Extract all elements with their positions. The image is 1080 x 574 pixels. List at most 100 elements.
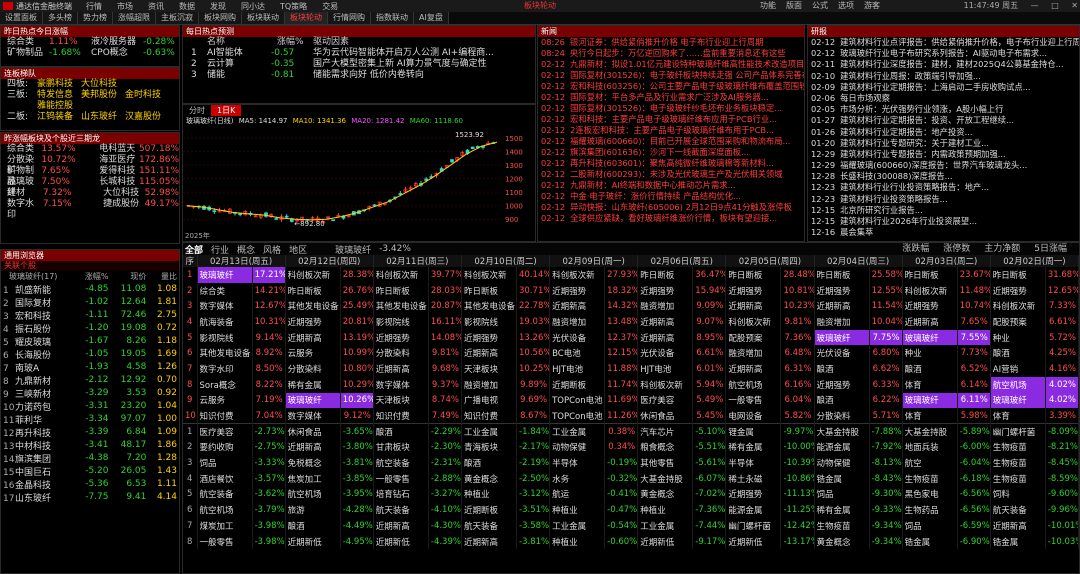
sector-cell[interactable]: 航天装备 xyxy=(990,502,1046,518)
tab-10[interactable]: AI复盘 xyxy=(414,12,449,24)
sector-cell[interactable]: 动物保健 xyxy=(814,455,870,471)
sector-cell[interactable]: 昨日断板 xyxy=(373,282,429,299)
ladder-stock[interactable]: 江钨装备 xyxy=(37,112,73,122)
title-menu-item[interactable]: 选项 xyxy=(838,0,854,12)
sector-cell[interactable]: 黄金概念 xyxy=(637,486,694,503)
stock-name[interactable]: 大位科技 xyxy=(103,188,144,199)
sector-cell[interactable]: 近期新高 xyxy=(637,314,694,330)
sector-cell[interactable]: 玻璃玻纤 xyxy=(285,392,341,409)
sector-cell[interactable]: 航空机场 xyxy=(197,502,253,518)
report-item[interactable]: 02-05 市场分析：光伏强势行业领涨，A股小幅上行 xyxy=(808,104,1079,115)
sector-cell[interactable]: HJT电池 xyxy=(549,361,606,377)
sector-cell[interactable]: 航天装备 xyxy=(461,518,518,534)
watch-col-header[interactable]: 量比 xyxy=(148,271,179,283)
menu-item[interactable]: 同小达 xyxy=(241,2,265,11)
menu-item[interactable]: 交易 xyxy=(322,2,338,11)
sector-name[interactable]: 分散染料 xyxy=(7,155,41,176)
report-item[interactable]: 01-20 建筑材料行业专题研究：关于建材工业... xyxy=(808,138,1079,149)
report-headline[interactable]: 建筑材料行业定期报告：投资、开放工程继续... xyxy=(840,115,1014,125)
ladder-stock[interactable]: 金时科技 xyxy=(125,90,161,100)
watch-row[interactable]: 16金晶科技 -5.36 6.53 1.11 xyxy=(1,478,179,491)
report-headline[interactable]: 福耀玻璃(600660)深度报告：世界汽车玻璃龙头... xyxy=(840,160,1027,170)
watch-row[interactable]: 8 九鼎新材 -2.12 12.92 0.70 xyxy=(1,374,179,387)
sector-cell[interactable]: 配股预案 xyxy=(990,314,1046,330)
news-headline[interactable]: 异动快报：山东玻纤(605006) 2月12日9点41分触及涨停板 xyxy=(570,202,792,212)
report-headline[interactable]: 市场分析：光伏强势行业领涨，A股小幅上行 xyxy=(840,104,1003,114)
report-item[interactable]: 12-16 晨会集萃 xyxy=(808,227,1079,238)
sector-cell[interactable]: 数字水印 xyxy=(197,361,253,377)
sector-cell[interactable]: 工业金属 xyxy=(637,518,694,534)
sector-cell[interactable]: 近期新高 xyxy=(990,518,1046,534)
stock-name[interactable]: 耀皮玻璃 xyxy=(15,338,51,348)
sector-cell[interactable]: 光伏设备 xyxy=(814,345,870,362)
sector-cell[interactable]: 工业金属 xyxy=(549,518,606,534)
sector-cell[interactable]: 昨日断板 xyxy=(990,267,1046,283)
report-item[interactable]: 02-09 建筑材料行业定期报告：上海启动二手房收购试点... xyxy=(808,82,1079,93)
stock-name[interactable]: 菲利华 xyxy=(15,416,42,426)
sector-cell[interactable]: Sora概念 xyxy=(197,376,253,393)
sector-cell[interactable]: 一般零售 xyxy=(373,470,429,487)
stock-name[interactable]: 九鼎新材 xyxy=(15,377,51,387)
sector-name[interactable]: 矿物制品 xyxy=(7,166,41,187)
sector-cell[interactable]: 分散染料 xyxy=(285,361,341,377)
sector-cell[interactable]: 近期强势 xyxy=(814,376,870,393)
news-headline[interactable]: 2连板宏和科技：主要产品电子级玻璃纤维布用于PCB... xyxy=(570,125,774,135)
sector-cell[interactable]: 稀土永磁 xyxy=(725,470,782,487)
sector-cell[interactable]: 航空机场 xyxy=(285,486,341,503)
watch-row[interactable]: 9 三峡新材 -3.29 3.53 0.92 xyxy=(1,387,179,400)
sector-cell[interactable]: 休闲食品 xyxy=(285,423,341,440)
sector-cell[interactable]: 稀有金属 xyxy=(725,439,782,456)
sector-cell[interactable]: 航天装备 xyxy=(373,502,429,518)
sector-cell[interactable]: 能源金属 xyxy=(725,502,782,518)
watch-row[interactable]: 11菲利华 -3.34 97.07 1.00 xyxy=(1,413,179,426)
menu-item[interactable]: 数据 xyxy=(179,2,195,11)
sector-cell[interactable]: 其他零售 xyxy=(637,455,694,471)
title-menu-item[interactable]: 版面 xyxy=(786,0,802,12)
kline-chart[interactable]: 1500 1400 1300 1200 1100 1000 900 1523.92 ←892.8… xyxy=(183,126,535,240)
sector-cell[interactable]: 融资增加 xyxy=(637,298,694,315)
watch-row[interactable]: 14旗滨集团 -4.38 7.20 1.28 xyxy=(1,452,179,465)
sector-cell[interactable]: 玻璃玻纤 xyxy=(902,392,958,409)
tab-4[interactable]: 主板沉寂 xyxy=(156,12,199,24)
date-header[interactable]: 02月02日(周一) xyxy=(990,255,1079,267)
sector-cell[interactable]: 幽门螺杆菌 xyxy=(990,423,1046,440)
sector-cell[interactable]: 种植业 xyxy=(461,486,518,503)
sector-cell[interactable]: 航空装备 xyxy=(373,455,429,471)
sector-cell[interactable]: 近期新高 xyxy=(814,298,870,315)
sector-cell[interactable]: 广播电视 xyxy=(461,392,518,409)
sector-cell[interactable]: 动物保健 xyxy=(549,439,606,456)
sector-cell[interactable]: 玻璃玻纤 xyxy=(902,329,958,346)
sector-cell[interactable]: 大基金持股 xyxy=(902,423,958,440)
title-menu-item[interactable]: 功能 xyxy=(760,0,776,12)
close-icon[interactable]: ✕ xyxy=(1071,1,1078,10)
sector-cell[interactable]: 种业 xyxy=(902,345,958,362)
sort-option[interactable]: 涨跌幅 xyxy=(902,244,929,254)
sector-cell[interactable]: 近期新高 xyxy=(549,298,606,315)
sector-cell[interactable]: 近期强势 xyxy=(373,329,429,346)
sector-cell[interactable]: 航空 xyxy=(902,455,958,471)
sector-cell[interactable]: 生物疫苗 xyxy=(902,470,958,487)
filter-tab[interactable]: 地区 xyxy=(289,243,307,256)
sector-cell[interactable]: 锆金属 xyxy=(990,533,1046,550)
sector-cell[interactable]: 数字媒体 xyxy=(285,408,341,424)
sector-cell[interactable]: 粮食概念 xyxy=(637,439,694,456)
sector-cell[interactable]: 免税概念 xyxy=(285,455,341,471)
news-headline[interactable]: 旗滨集团(601636)：沙河下一线截面深度面板... xyxy=(570,147,749,157)
title-menu-item[interactable]: 游客 xyxy=(864,0,880,12)
sector-name[interactable]: 数字水印 xyxy=(7,199,43,220)
sector-cell[interactable]: 工业金属 xyxy=(549,423,606,440)
sector-cell[interactable]: 近期新高 xyxy=(725,361,782,377)
report-item[interactable]: 12-15 北京所研究行业报告... xyxy=(808,205,1079,216)
menu-item[interactable]: 市场 xyxy=(117,2,133,11)
menu-item[interactable]: 行情 xyxy=(86,2,102,11)
news-headline[interactable]: 九鼎新材：拟设1.01亿元建设特种玻璃纤维高性能技术改造项目 xyxy=(570,59,804,69)
sector-cell[interactable]: 煤炭加工 xyxy=(197,518,253,534)
sector-cell[interactable]: 云服务 xyxy=(285,345,341,362)
date-header[interactable]: 02月03日(周二) xyxy=(902,255,991,267)
date-header[interactable]: 02月06日(周五) xyxy=(637,255,727,267)
news-item[interactable]: 02-12 九鼎新材：AI终端和数据中心推动芯片需求... xyxy=(538,180,804,191)
sector-cell[interactable]: 焦炭加工 xyxy=(285,470,341,487)
news-item[interactable]: 02-12 二股新材(600293)：未涉及光伏玻璃生产及光伏相关领域 xyxy=(538,169,804,180)
sector-cell[interactable]: 酿酒 xyxy=(902,361,958,377)
sector-cell[interactable]: 科创板次新 xyxy=(637,376,694,393)
